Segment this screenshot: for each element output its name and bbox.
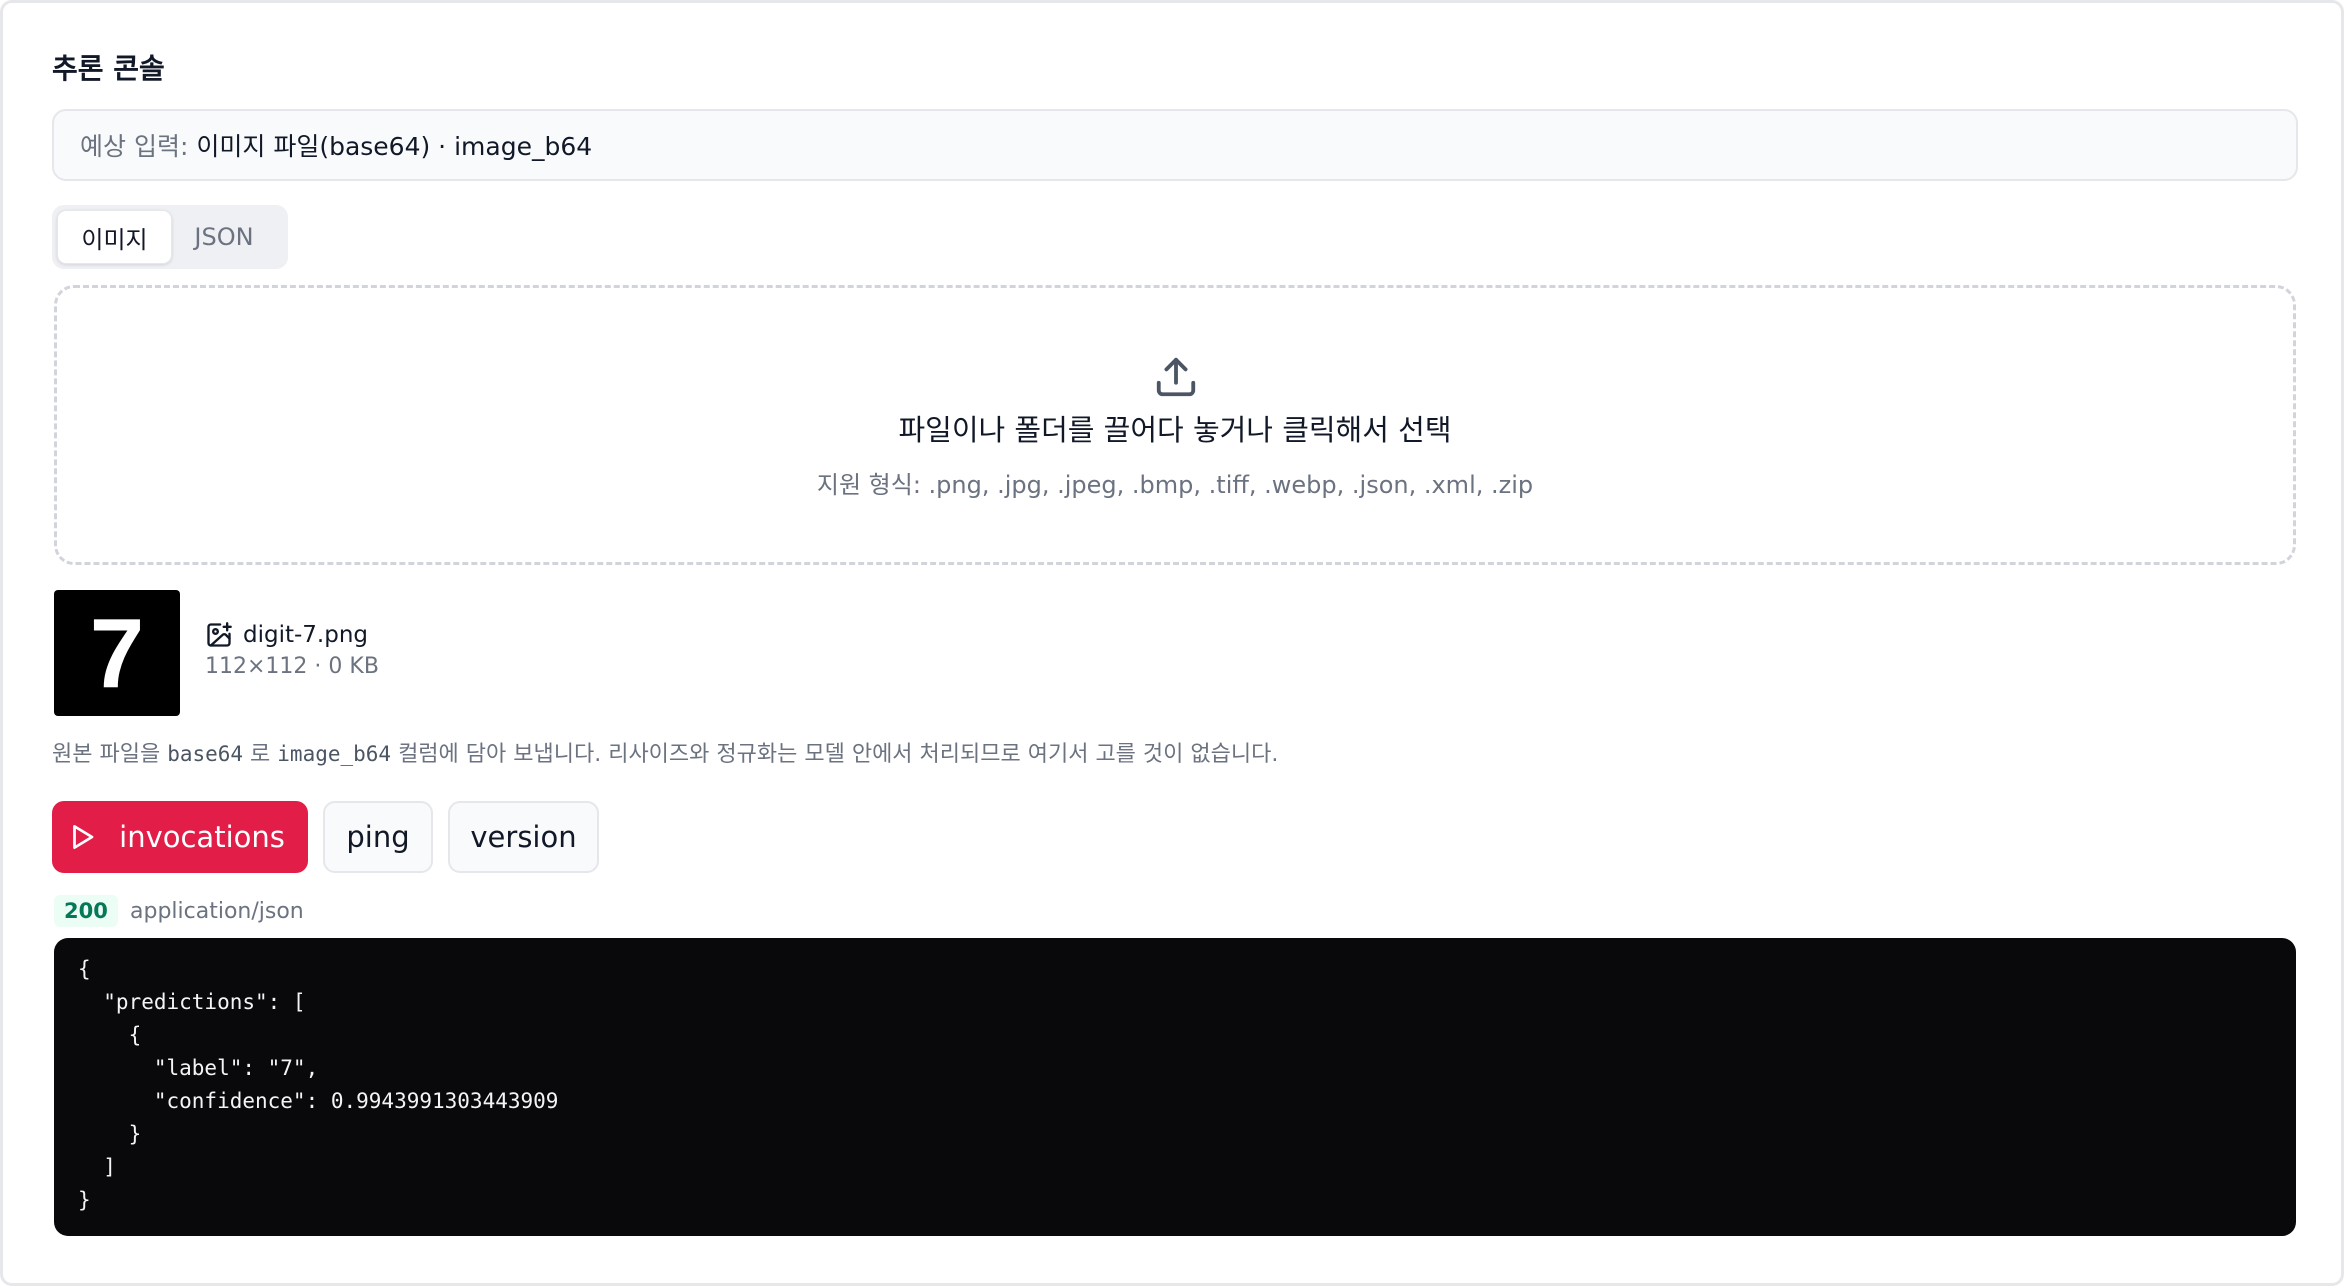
dropzone-instruction: 파일이나 폴더를 끌어다 놓거나 클릭해서 선택 xyxy=(898,413,1452,447)
image-thumbnail: 7 xyxy=(54,590,180,716)
expected-input-bar: 예상 입력: 이미지 파일(base64) · image_b64 xyxy=(52,109,2298,181)
note-suffix: 컬럼에 담아 보냅니다. 리사이즈와 정규화는 모델 안에서 처리되므로 여기서… xyxy=(391,742,1279,767)
expected-input-value: 이미지 파일(base64) · image_b64 xyxy=(196,132,593,161)
note-mid: 로 xyxy=(243,742,278,767)
expected-input-label: 예상 입력: xyxy=(80,132,189,161)
note-prefix: 원본 파일을 xyxy=(52,742,168,767)
file-meta: 112×112 · 0 KB xyxy=(205,654,379,679)
console-title: 추론 콘솔 xyxy=(52,52,165,85)
note-code-image-b64: image_b64 xyxy=(277,742,392,766)
file-dropzone[interactable]: 파일이나 폴더를 끌어다 놓거나 클릭해서 선택 지원 형식: .png, .j… xyxy=(54,285,2296,565)
invocations-label: invocations xyxy=(119,820,285,854)
file-name: digit-7.png xyxy=(243,622,369,648)
response-body: { "predictions": [ { "label": "7", "conf… xyxy=(54,938,2296,1236)
ping-button[interactable]: ping xyxy=(323,801,433,873)
tab-json[interactable]: JSON xyxy=(174,210,274,264)
supported-formats: 지원 형식: .png, .jpg, .jpeg, .bmp, .tiff, .… xyxy=(816,471,1534,499)
inference-console-panel: 추론 콘솔 예상 입력: 이미지 파일(base64) · image_b64 … xyxy=(0,0,2344,1286)
input-mode-tabs: 이미지 JSON xyxy=(52,205,288,269)
status-badge: 200 xyxy=(54,895,118,927)
content-type: application/json xyxy=(130,898,304,924)
tab-image[interactable]: 이미지 xyxy=(57,210,172,264)
upload-icon xyxy=(1156,357,1196,397)
image-file-icon xyxy=(207,622,232,647)
thumbnail-digit: 7 xyxy=(89,598,145,708)
invocations-button[interactable]: invocations xyxy=(52,801,308,873)
note-code-base64: base64 xyxy=(167,742,244,766)
version-button[interactable]: version xyxy=(448,801,599,873)
file-name-row: digit-7.png xyxy=(205,619,368,651)
encoding-note: 원본 파일을 base64 로 image_b64 컬럼에 담아 보냅니다. 리… xyxy=(52,738,1278,771)
play-icon xyxy=(73,825,94,849)
